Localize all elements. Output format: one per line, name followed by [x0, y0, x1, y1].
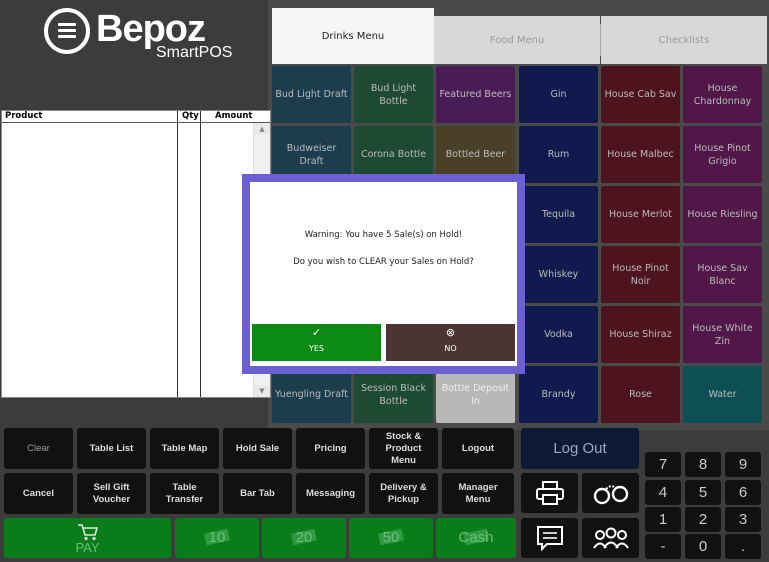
menu-item-button[interactable]: House Merlot: [601, 186, 680, 243]
menu-item-button[interactable]: Session Black Bottle: [354, 366, 433, 423]
cash-button[interactable]: Cash: [436, 518, 516, 558]
no-button[interactable]: ⊗ NO: [386, 324, 515, 361]
hold-sales-dialog: Warning: You have 5 Sale(s) on Hold! Do …: [242, 174, 525, 374]
menu-item-button[interactable]: Yuengling Draft: [272, 366, 351, 423]
printer-icon: [535, 481, 564, 505]
manager-menu-button[interactable]: Manager Menu: [442, 473, 514, 514]
pricing-button[interactable]: Pricing: [296, 428, 365, 469]
pos-screen: Bepoz SmartPOS Drinks Menu Food Menu Che…: [0, 0, 769, 562]
clear-button[interactable]: Clear: [4, 428, 73, 469]
keypad-key[interactable]: .: [725, 534, 761, 559]
dialog-question-text: Do you wish to CLEAR your Sales on Hold?: [293, 257, 474, 267]
people-group-icon: [592, 527, 629, 549]
tab-checklists[interactable]: Checklists: [601, 16, 767, 64]
menu-item-button[interactable]: Featured Beers: [436, 66, 515, 123]
hold-sale-button[interactable]: Hold Sale: [223, 428, 292, 469]
keypad-key[interactable]: 2: [685, 507, 721, 532]
column-qty: Qty: [182, 111, 199, 121]
keypad-key[interactable]: 7: [645, 452, 681, 477]
logout-button[interactable]: Logout: [442, 428, 514, 469]
table-transfer-button[interactable]: Table Transfer: [150, 473, 219, 514]
keypad-key[interactable]: 1: [645, 507, 681, 532]
menu-item-button[interactable]: Rum: [519, 126, 598, 183]
cash-50-label: 50: [382, 529, 400, 546]
menu-item-button[interactable]: House Pinot Noir: [601, 246, 680, 303]
bar-tab-button[interactable]: Bar Tab: [223, 473, 292, 514]
menu-item-button[interactable]: House Chardonnay: [683, 66, 762, 123]
pay-label: PAY: [75, 539, 100, 555]
order-table-header: Product Qty Amount: [2, 111, 270, 123]
dialog-warning-text: Warning: You have 5 Sale(s) on Hold!: [304, 230, 463, 240]
menu-item-button[interactable]: Bud Light Draft: [272, 66, 351, 123]
order-table: Product Qty Amount ▲ ▼: [1, 110, 271, 398]
table-map-button[interactable]: Table Map: [150, 428, 219, 469]
delivery-pickup-button[interactable]: Delivery & Pickup: [369, 473, 438, 514]
yes-label: YES: [308, 344, 325, 353]
print-button[interactable]: [521, 473, 578, 513]
shopping-cart-icon: [77, 523, 98, 540]
column-amount: Amount: [215, 111, 253, 121]
menu-item-button[interactable]: Bottle Deposit In: [436, 366, 515, 423]
keypad-key[interactable]: 0: [685, 534, 721, 559]
cash-20-label: 20: [295, 529, 313, 546]
menu-item-button[interactable]: House Cab Sav: [601, 66, 680, 123]
scroll-down-icon[interactable]: ▼: [254, 385, 270, 397]
menu-item-button[interactable]: Water: [683, 366, 762, 423]
tab-food-menu[interactable]: Food Menu: [434, 16, 600, 64]
keypad-key[interactable]: 6: [725, 480, 761, 505]
menu-item-button[interactable]: House Pinot Grigio: [683, 126, 762, 183]
menu-tabs: Drinks Menu Food Menu Checklists: [268, 8, 769, 64]
pay-button[interactable]: PAY: [4, 518, 171, 558]
keypad-key[interactable]: 5: [685, 480, 721, 505]
column-product: Product: [5, 111, 43, 121]
menu-item-button[interactable]: Tequila: [519, 186, 598, 243]
keypad-key[interactable]: 3: [725, 507, 761, 532]
security-button[interactable]: [582, 473, 639, 513]
cash-10-label: 10: [208, 529, 226, 546]
menu-item-button[interactable]: Vodka: [519, 306, 598, 363]
stock-product-menu-button[interactable]: Stock & Product Menu: [369, 428, 438, 469]
messages-button[interactable]: [521, 518, 578, 558]
logo-subtitle: SmartPOS: [156, 44, 233, 61]
menu-item-button[interactable]: House White Zin: [683, 306, 762, 363]
keypad-key[interactable]: -: [645, 534, 681, 559]
log-out-button[interactable]: Log Out: [521, 428, 639, 469]
no-label: NO: [444, 344, 457, 353]
handcuffs-icon: [593, 485, 628, 505]
cash-10-button[interactable]: 10: [175, 518, 259, 558]
dialog-body: Warning: You have 5 Sale(s) on Hold! Do …: [250, 182, 517, 366]
close-icon: ⊗: [445, 326, 456, 339]
customers-button[interactable]: [582, 518, 639, 558]
column-divider: [200, 111, 201, 397]
menu-item-button[interactable]: House Shiraz: [601, 306, 680, 363]
menu-item-button[interactable]: House Riesling: [683, 186, 762, 243]
menu-item-button[interactable]: Bud Light Bottle: [354, 66, 433, 123]
menu-item-button[interactable]: Whiskey: [519, 246, 598, 303]
menu-item-button[interactable]: House Sav Blanc: [683, 246, 762, 303]
scroll-up-icon[interactable]: ▲: [254, 123, 270, 135]
cash-20-button[interactable]: 20: [262, 518, 346, 558]
menu-item-button[interactable]: Gin: [519, 66, 598, 123]
bepoz-logo: Bepoz SmartPOS: [44, 6, 244, 66]
column-divider: [177, 111, 178, 397]
tab-drinks-menu[interactable]: Drinks Menu: [272, 8, 434, 64]
sell-gift-voucher-button[interactable]: Sell Gift Voucher: [77, 473, 146, 514]
checkmark-icon: ✓: [311, 326, 322, 339]
menu-item-button[interactable]: Brandy: [519, 366, 598, 423]
keypad-key[interactable]: 8: [685, 452, 721, 477]
message-icon: [536, 526, 563, 552]
keypad-key[interactable]: 4: [645, 480, 681, 505]
menu-icon[interactable]: [44, 8, 90, 54]
yes-button[interactable]: ✓ YES: [252, 324, 381, 361]
cash-label: Cash: [458, 529, 494, 546]
table-list-button[interactable]: Table List: [77, 428, 146, 469]
cash-50-button[interactable]: 50: [349, 518, 433, 558]
menu-item-button[interactable]: Rose: [601, 366, 680, 423]
menu-item-button[interactable]: House Malbec: [601, 126, 680, 183]
messaging-button[interactable]: Messaging: [296, 473, 365, 514]
cancel-button[interactable]: Cancel: [4, 473, 73, 514]
keypad-key[interactable]: 9: [725, 452, 761, 477]
